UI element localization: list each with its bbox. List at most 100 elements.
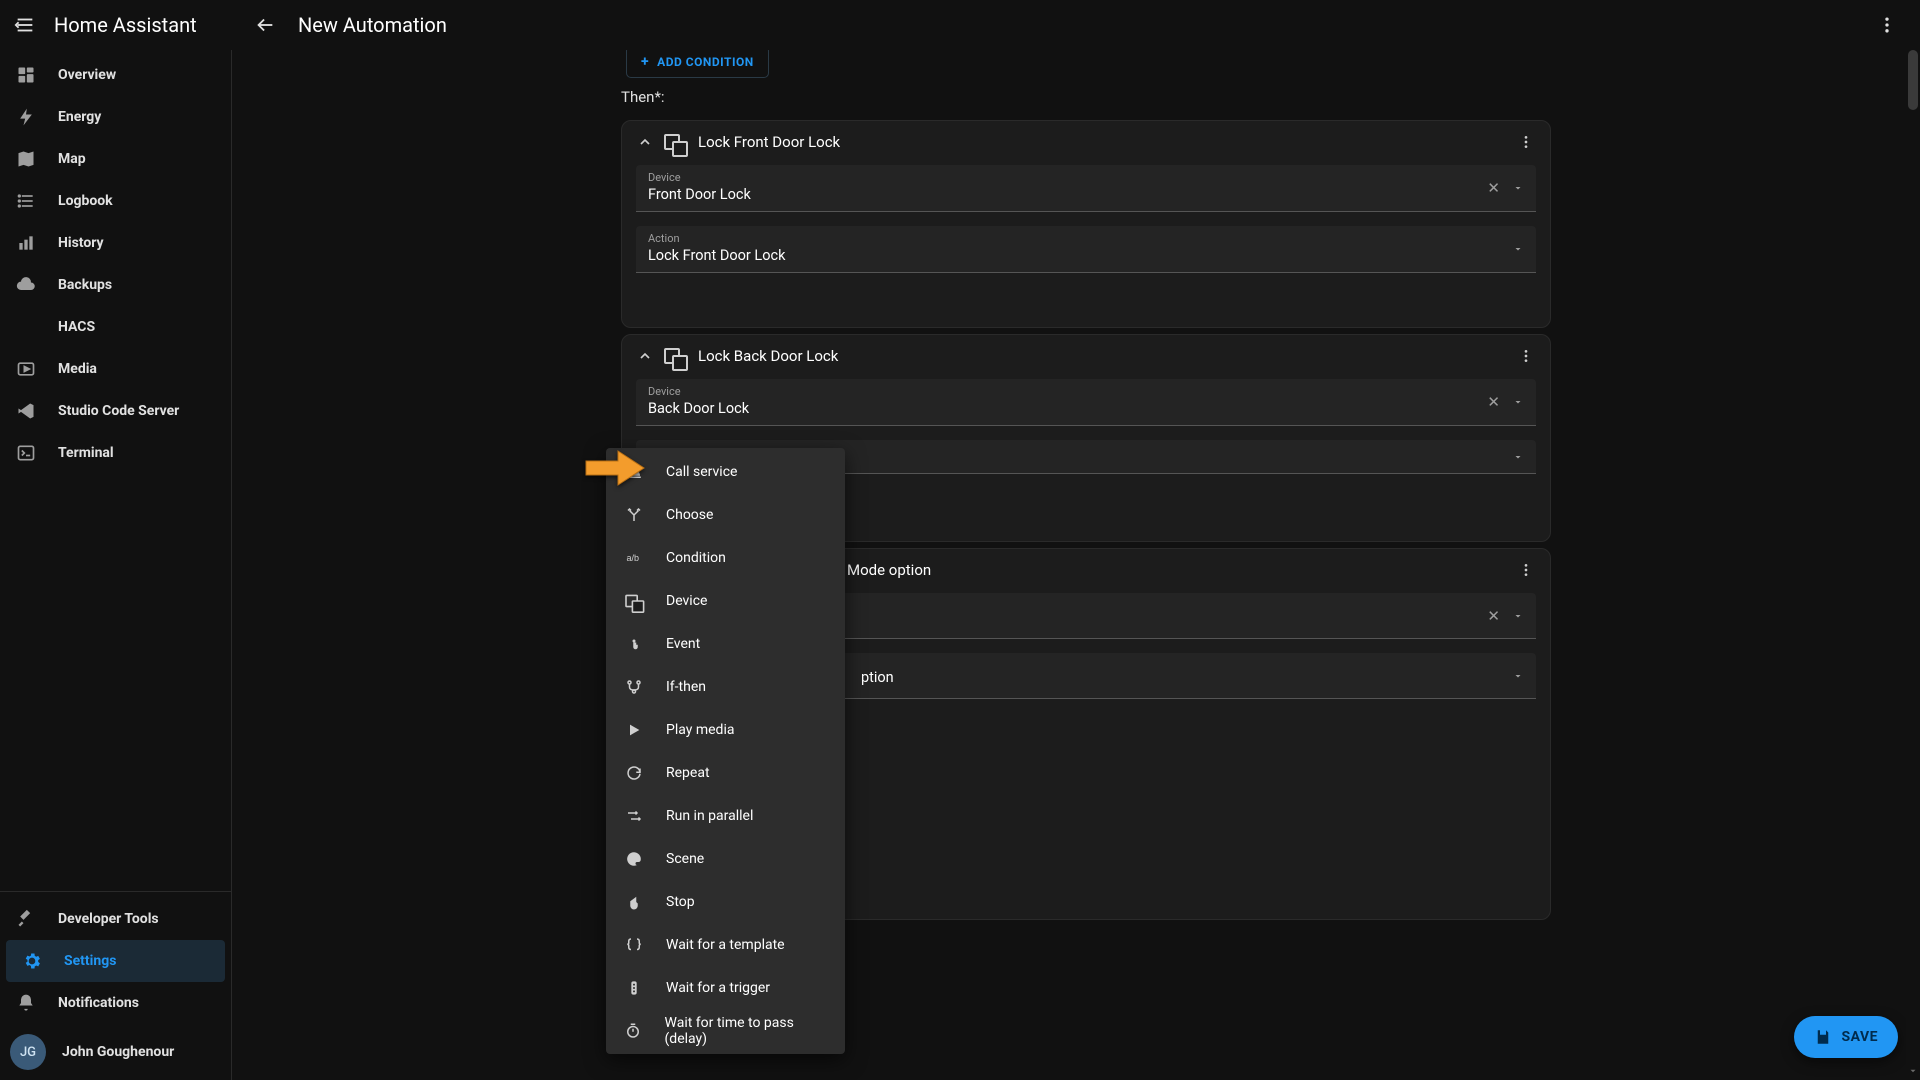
action-type-menu: Call service Choose a/b Condition Device… (606, 448, 845, 1054)
action-menu-item-play-media[interactable]: Play media (606, 708, 845, 751)
sidebar-item-dev-tools[interactable]: Developer Tools (0, 898, 231, 940)
action-menu-item-wait-trigger[interactable]: Wait for a trigger (606, 966, 845, 1009)
card-menu-button[interactable] (1518, 562, 1536, 578)
field-label: Device (648, 385, 1524, 398)
sidebar-item-logbook[interactable]: Logbook (0, 180, 231, 222)
menu-collapse-icon (14, 14, 36, 36)
timer-icon (622, 1022, 645, 1040)
ab-test-icon: a/b (622, 549, 646, 567)
menu-down-icon (1512, 396, 1524, 408)
field-value (866, 448, 1524, 465)
action-menu-label: Run in parallel (666, 808, 753, 824)
action-menu-label: Choose (666, 507, 713, 523)
save-button[interactable]: SAVE (1794, 1016, 1899, 1058)
arrows-split-icon (622, 506, 646, 524)
sidebar-item-terminal[interactable]: Terminal (0, 432, 231, 474)
header-right (1872, 10, 1920, 40)
avatar: JG (10, 1034, 46, 1070)
field-value: Front Door Lock (648, 186, 1524, 203)
action-menu-item-condition[interactable]: a/b Condition (606, 536, 845, 579)
action-menu-label: Play media (666, 722, 734, 738)
collapse-button[interactable] (636, 133, 654, 151)
profile-name: John Goughenour (62, 1044, 174, 1060)
source-branch-icon (622, 678, 646, 696)
sidebar-toggle-button[interactable] (10, 10, 40, 40)
action-menu-item-event[interactable]: Event (606, 622, 845, 665)
action-menu-label: Scene (666, 851, 704, 867)
action-menu-item-wait-delay[interactable]: Wait for time to pass (delay) (606, 1009, 845, 1052)
card-header: Lock Front Door Lock (622, 121, 1550, 163)
action-menu-item-if-then[interactable]: If-then (606, 665, 845, 708)
sidebar-item-backups[interactable]: Backups (0, 264, 231, 306)
dropdown-button[interactable] (1512, 243, 1524, 255)
sidebar-item-label: HACS (58, 319, 95, 335)
sidebar-top: Overview Energy Map Logbook History (0, 50, 231, 891)
svg-text:a/b: a/b (627, 553, 640, 563)
hammer-icon (14, 907, 38, 931)
app-header: Home Assistant New Automation (0, 0, 1920, 50)
sidebar-bottom: Developer Tools Settings Notifications J… (0, 891, 231, 1080)
sidebar-item-label: Settings (64, 953, 116, 969)
menu-down-icon (1512, 451, 1524, 463)
vscode-icon (14, 399, 38, 423)
clear-button[interactable]: ✕ (1487, 393, 1500, 411)
action-menu-item-device[interactable]: Device (606, 579, 845, 622)
action-menu-label: Wait for time to pass (delay) (665, 1015, 829, 1047)
sidebar-item-media[interactable]: Media (0, 348, 231, 390)
action-field[interactable]: Action Lock Front Door Lock (636, 226, 1536, 273)
field-value-fragment: ption (861, 669, 894, 686)
dropdown-button[interactable] (1512, 670, 1524, 682)
card-body: Device Front Door Lock ✕ Action Lock Fro… (622, 163, 1550, 287)
device-field[interactable]: Device Back Door Lock ✕ (636, 379, 1536, 426)
gear-icon (20, 949, 44, 973)
add-condition-button[interactable]: + ADD CONDITION (626, 50, 769, 78)
action-menu-item-repeat[interactable]: Repeat (606, 751, 845, 794)
overflow-menu-button[interactable] (1872, 10, 1902, 40)
clear-button[interactable]: ✕ (1487, 179, 1500, 197)
card-menu-button[interactable] (1518, 348, 1536, 364)
clear-button[interactable]: ✕ (1487, 607, 1500, 625)
chevron-up-icon (637, 348, 653, 364)
sidebar-item-overview[interactable]: Overview (0, 54, 231, 96)
bolt-icon (14, 105, 38, 129)
dots-vertical-icon (1877, 15, 1897, 35)
vertical-scrollbar[interactable] (1906, 50, 1920, 1080)
chevron-up-icon (637, 134, 653, 150)
sidebar-item-energy[interactable]: Energy (0, 96, 231, 138)
scrollbar-thumb[interactable] (1908, 50, 1918, 110)
sidebar-item-map[interactable]: Map (0, 138, 231, 180)
dropdown-button[interactable] (1512, 396, 1524, 408)
device-field[interactable]: Device Front Door Lock ✕ (636, 165, 1536, 212)
card-menu-button[interactable] (1518, 134, 1536, 150)
collapse-button[interactable] (636, 347, 654, 365)
action-menu-label: Wait for a template (666, 937, 785, 953)
action-menu-label: Repeat (666, 765, 710, 781)
sidebar-item-label: Backups (58, 277, 112, 293)
devices-icon (622, 593, 646, 609)
card-title: Lock Back Door Lock (698, 347, 1518, 365)
dropdown-button[interactable] (1512, 610, 1524, 622)
add-condition-label: ADD CONDITION (657, 55, 754, 69)
play-box-icon (14, 357, 38, 381)
dots-vertical-icon (1518, 348, 1534, 364)
action-menu-item-scene[interactable]: Scene (606, 837, 845, 880)
dropdown-button[interactable] (1512, 451, 1524, 463)
card-title: Lock Front Door Lock (698, 133, 1518, 151)
sidebar-item-settings[interactable]: Settings (6, 940, 225, 982)
scrollbar-arrow-down[interactable] (1906, 1064, 1920, 1078)
action-menu-label: Event (666, 636, 700, 652)
action-menu-item-stop[interactable]: Stop (606, 880, 845, 923)
sidebar-item-notifications[interactable]: Notifications (0, 982, 231, 1024)
gesture-tap-icon (622, 635, 646, 653)
profile-row[interactable]: JG John Goughenour (0, 1024, 231, 1080)
action-menu-item-choose[interactable]: Choose (606, 493, 845, 536)
dropdown-button[interactable] (1512, 182, 1524, 194)
action-menu-item-parallel[interactable]: Run in parallel (606, 794, 845, 837)
card-header: Lock Back Door Lock (622, 335, 1550, 377)
action-menu-item-wait-template[interactable]: Wait for a template (606, 923, 845, 966)
sidebar-item-studio-code[interactable]: Studio Code Server (0, 390, 231, 432)
sidebar-item-history[interactable]: History (0, 222, 231, 264)
sidebar-item-hacs[interactable]: HACS (0, 306, 231, 348)
dots-vertical-icon (1518, 562, 1534, 578)
back-button[interactable] (250, 10, 280, 40)
